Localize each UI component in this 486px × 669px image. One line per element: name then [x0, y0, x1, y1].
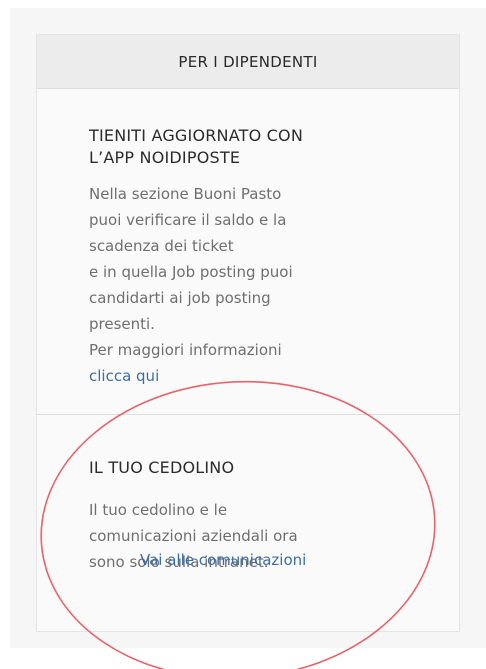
app-section-body: Nella sezione Buoni Pasto puoi verificar…	[89, 181, 429, 389]
card-header: PER I DIPENDENTI	[37, 35, 459, 89]
section-divider	[37, 414, 459, 415]
app-section-line: scadenza dei ticket	[89, 237, 234, 255]
page: PER I DIPENDENTI TIENITI AGGIORNATO CON …	[0, 0, 486, 669]
app-section-line: Nella sezione Buoni Pasto	[89, 185, 282, 203]
app-section-line: presenti.	[89, 315, 155, 333]
app-section-title: TIENITI AGGIORNATO CON L’APP NOIDIPOSTE	[89, 126, 304, 167]
payslip-section-line: comunicazioni aziendali ora	[89, 527, 298, 545]
click-here-link[interactable]: clicca qui	[89, 367, 159, 385]
employee-info-card: PER I DIPENDENTI TIENITI AGGIORNATO CON …	[36, 34, 460, 632]
go-to-communications-link[interactable]: Vai alle comunicazioni	[140, 550, 306, 570]
payslip-section-line: Il tuo cedolino e le	[89, 501, 228, 519]
app-section-line: Per maggiori informazioni	[89, 341, 282, 359]
app-section-line: puoi verificare il saldo e la	[89, 211, 287, 229]
payslip-section-title: IL TUO CEDOLINO	[89, 458, 235, 477]
app-section-line: candidarti ai job posting	[89, 289, 271, 307]
app-section: TIENITI AGGIORNATO CON L’APP NOIDIPOSTE …	[89, 125, 429, 389]
app-section-line: e in quella Job posting puoi	[89, 263, 293, 281]
card-header-title: PER I DIPENDENTI	[178, 52, 318, 71]
